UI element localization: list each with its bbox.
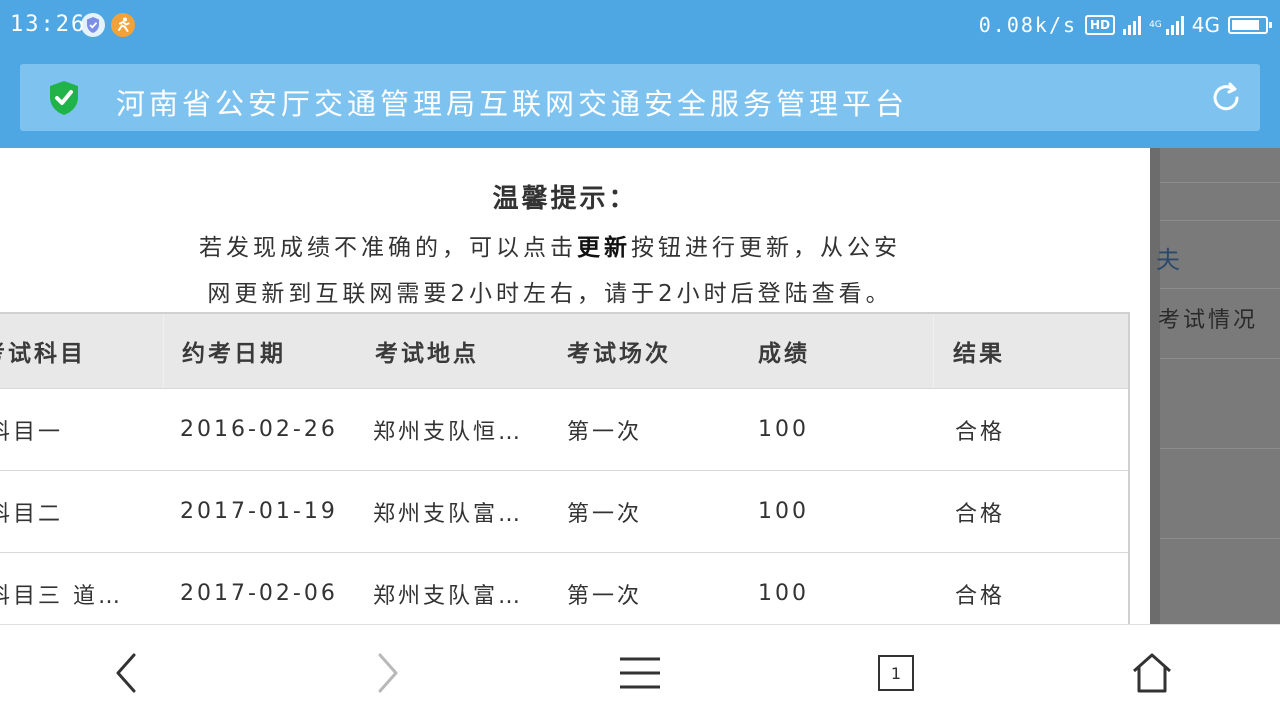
page-title: 河南省公安厅交通管理局互联网交通安全服务管理平台 [116,87,909,121]
battery-icon [1228,16,1272,34]
header-score: 成绩 [758,341,810,367]
cell-result: 合格 [955,583,1006,609]
table-row[interactable]: 科目一 2016-02-26 郑州支队恒… 第一次 100 合格 [0,388,1128,470]
header-session: 考试场次 [567,341,671,367]
score-dialog: 温馨提示： 若发现成绩不准确的，可以点击更新按钮进行更新，从公安 网更新到互联网… [0,148,1130,624]
network-type-label: 4G [1191,13,1220,37]
home-icon [1133,653,1171,693]
dialog-message-suffix: 按钮进行更新，从公安 [631,235,901,261]
tabs-button[interactable]: 1 [870,647,922,699]
cell-location: 郑州支队恒… [373,419,524,445]
header-location: 考试地点 [375,341,479,367]
battery-level [1232,20,1259,30]
table-row[interactable]: 科目二 2017-01-19 郑州支队富… 第一次 100 合格 [0,470,1128,552]
refresh-icon[interactable] [1208,80,1244,116]
running-app-icon [110,12,136,38]
header-subject: 考试科目 [0,341,86,367]
cell-score: 100 [758,417,809,442]
background-text-exam-status: 考试情况 [1158,308,1259,333]
background-divider [1160,538,1280,539]
signal-strength-icon [1123,15,1142,35]
home-button[interactable] [1126,647,1178,699]
security-app-icon [80,12,106,38]
cell-subject: 科目二 [0,501,64,527]
status-right: 0.08k/s HD 4G 4G [978,12,1272,38]
hd-voice-icon: HD [1085,15,1116,35]
background-divider [1160,220,1280,221]
chevron-right-icon [378,653,398,693]
chevron-left-icon [116,653,136,693]
cell-date: 2016-02-26 [180,417,338,442]
cell-result: 合格 [955,501,1006,527]
web-page: 夫 考试情况 温馨提示： 若发现成绩不准确的，可以点击更新按钮进行更新，从公安 … [0,148,1280,624]
table-header: 考试科目 约考日期 考试地点 考试场次 成绩 结果 [0,314,1128,388]
hamburger-menu-icon [620,657,660,689]
cell-date: 2017-02-06 [180,581,338,606]
browser-toolbar: 河南省公安厅交通管理局互联网交通安全服务管理平台 [0,52,1280,148]
dialog-message-prefix: 若发现成绩不准确的，可以点击 [199,235,577,261]
background-text-fragment: 夫 [1156,246,1180,274]
status-bar: 13:26 0.08k/s HD 4G 4G [0,0,1280,52]
forward-button[interactable] [360,647,412,699]
address-bar[interactable]: 河南省公安厅交通管理局互联网交通安全服务管理平台 [20,64,1260,131]
update-keyword: 更新 [577,235,631,261]
menu-button[interactable] [614,647,666,699]
dialog-message-line-1: 若发现成绩不准确的，可以点击更新按钮进行更新，从公安 [0,228,1100,262]
background-divider [1160,358,1280,359]
background-divider [1160,182,1280,183]
cell-session: 第一次 [567,419,643,445]
cell-subject: 科目一 [0,419,64,445]
cell-score: 100 [758,499,809,524]
column-divider [933,314,934,388]
cell-result: 合格 [955,419,1006,445]
secondary-network-label: 4G [1149,19,1162,30]
background-divider [1160,448,1280,449]
cell-session: 第一次 [567,583,643,609]
dialog-message-line-2: 网更新到互联网需要2小时左右，请于2小时后登陆查看。 [207,281,893,307]
score-table: 考试科目 约考日期 考试地点 考试场次 成绩 结果 科目一 2016-02-26… [0,312,1130,624]
column-divider [163,314,164,388]
status-time: 13:26 [10,12,87,37]
table-row[interactable]: 科目三 道… 2017-02-06 郑州支队富… 第一次 100 合格 [0,552,1128,624]
secondary-signal-icon [1165,15,1184,35]
cell-location: 郑州支队富… [373,501,524,527]
browser-screen: 13:26 0.08k/s HD 4G 4G 河南省公安厅交通管理局互联网交通安… [0,0,1280,720]
dialog-title: 温馨提示： [492,184,638,214]
tab-count: 1 [878,655,914,691]
cell-session: 第一次 [567,501,643,527]
cell-location: 郑州支队富… [373,583,524,609]
cell-subject: 科目三 道… [0,583,123,609]
network-speed: 0.08k/s [978,13,1078,37]
browser-bottom-nav: 1 [0,624,1280,720]
header-date: 约考日期 [182,341,286,367]
cell-date: 2017-01-19 [180,499,338,524]
background-divider [1160,288,1280,289]
secure-shield-icon [44,78,84,118]
cell-score: 100 [758,581,809,606]
back-button[interactable] [100,647,152,699]
header-result: 结果 [953,341,1005,367]
